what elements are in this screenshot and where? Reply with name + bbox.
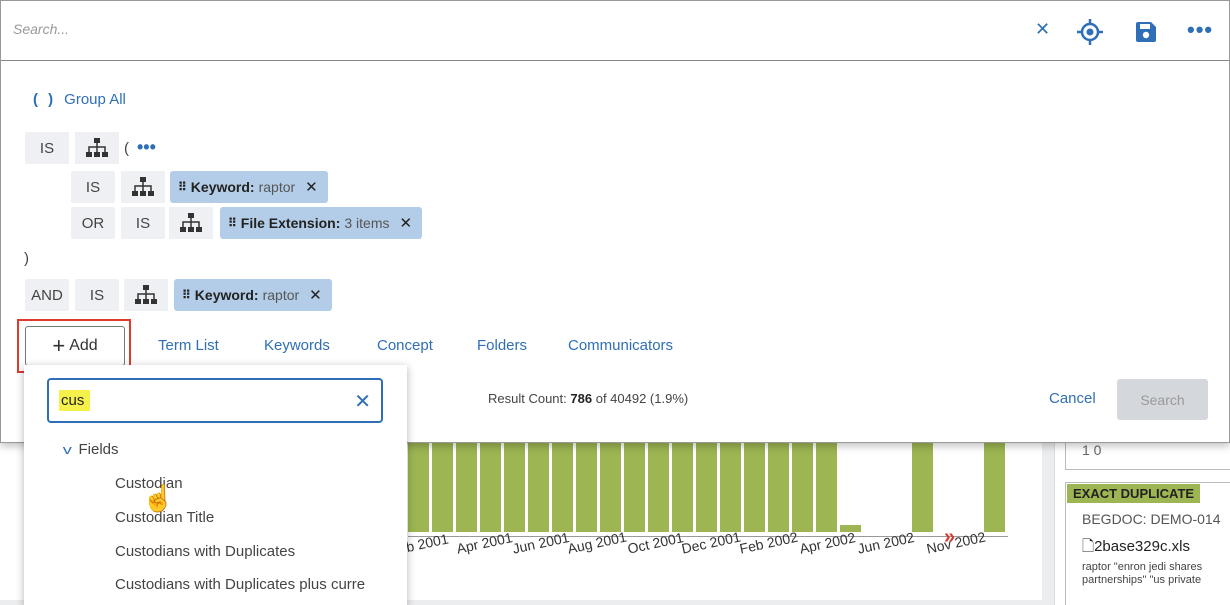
x-tick-label: Dec 2001 <box>680 528 742 557</box>
operator-is[interactable]: IS <box>75 279 119 311</box>
operator-is[interactable]: IS <box>71 171 115 203</box>
result-count: Result Count: 786 of 40492 (1.9%) <box>488 391 689 406</box>
file-extension-filter-pill[interactable]: ⠿ File Extension: 3 items ✕ <box>220 207 423 239</box>
chart-bar[interactable] <box>504 432 525 532</box>
chart-bar[interactable] <box>408 432 429 532</box>
chart-bar[interactable] <box>696 432 717 532</box>
cancel-button[interactable]: Cancel <box>1049 390 1096 407</box>
chart-bar[interactable] <box>624 432 645 532</box>
chart-bar[interactable] <box>672 432 693 532</box>
remove-icon[interactable]: ✕ <box>305 178 318 196</box>
keyword-filter-pill[interactable]: ⠿ Keyword: raptor ✕ <box>174 279 332 311</box>
x-tick-label: Jun 2002 <box>856 529 916 557</box>
chart-bar[interactable] <box>720 432 741 532</box>
more-options-icon[interactable]: ••• <box>1187 19 1213 41</box>
x-tick-label: Feb 2002 <box>738 528 800 557</box>
field-option[interactable]: Custodians with Duplicates plus curre <box>115 576 365 593</box>
tab-concept[interactable]: Concept <box>377 337 433 354</box>
x-tick-label: Oct 2001 <box>626 529 685 557</box>
chart-bar[interactable] <box>600 432 621 532</box>
tab-keywords[interactable]: Keywords <box>264 337 330 354</box>
hierarchy-icon[interactable] <box>75 132 119 164</box>
begdoc-label: BEGDOC: DEMO-014 <box>1082 511 1221 527</box>
conjunction-and[interactable]: AND <box>25 279 69 311</box>
search-input[interactable]: Search... <box>13 21 69 37</box>
chart-bar[interactable] <box>744 432 765 532</box>
x-tick-label: Apr 2002 <box>798 529 857 557</box>
tab-term-list[interactable]: Term List <box>158 337 219 354</box>
remove-icon[interactable]: ✕ <box>400 214 413 232</box>
close-paren: ) <box>24 250 29 267</box>
chart-bar[interactable] <box>432 432 453 532</box>
chart-bar[interactable] <box>552 432 573 532</box>
exact-duplicate-badge: EXACT DUPLICATE <box>1067 484 1201 503</box>
drag-handle-icon[interactable]: ⠿ <box>228 216 237 230</box>
search-button[interactable]: Search <box>1117 379 1208 420</box>
add-button[interactable]: + Add <box>25 326 125 366</box>
chart-bar[interactable] <box>912 432 933 532</box>
field-option[interactable]: Custodians with Duplicates <box>115 543 295 560</box>
doc-card[interactable]: EXACT DUPLICATE BEGDOC: DEMO-014 🗋2base3… <box>1065 482 1230 605</box>
x-tick-label: Aug 2001 <box>566 528 628 557</box>
x-tick-label: Jun 2001 <box>511 529 571 557</box>
chart-bar[interactable] <box>984 432 1005 532</box>
hierarchy-icon[interactable] <box>169 207 213 239</box>
operator-is[interactable]: IS <box>25 132 69 164</box>
keyword-filter-pill[interactable]: ⠿ Keyword: raptor ✕ <box>170 171 328 203</box>
hand-cursor-icon: ☝ <box>142 483 175 513</box>
chart-bar[interactable] <box>528 432 549 532</box>
save-icon[interactable] <box>1135 21 1157 43</box>
drag-handle-icon[interactable]: ⠿ <box>178 180 187 194</box>
fields-group-toggle[interactable]: v Fields <box>62 441 119 458</box>
clear-icon[interactable]: ✕ <box>1035 19 1050 40</box>
group-options-icon[interactable]: ••• <box>137 137 156 158</box>
chart-bar[interactable] <box>456 432 477 532</box>
file-name[interactable]: 🗋2base329c.xls <box>1082 536 1190 561</box>
hierarchy-icon[interactable] <box>124 279 168 311</box>
x-tick-label: Nov 2002 <box>925 528 987 557</box>
group-paren-icon: ( ) <box>33 91 57 108</box>
remove-icon[interactable]: ✕ <box>309 286 322 304</box>
group-all-label: Group All <box>64 91 126 108</box>
document-list-panel: 1 0 EXACT DUPLICATE BEGDOC: DEMO-014 🗋2b… <box>1054 435 1230 605</box>
locate-icon[interactable] <box>1077 19 1103 45</box>
field-search-input[interactable]: cus ✕ <box>47 378 383 423</box>
plus-icon: + <box>52 333 66 358</box>
tab-communicators[interactable]: Communicators <box>568 337 673 354</box>
chart-bar[interactable] <box>792 432 813 532</box>
search-bar: Search... ✕ ••• <box>1 1 1229 61</box>
conjunction-or[interactable]: OR <box>71 207 115 239</box>
file-icon: 🗋 <box>1082 538 1095 555</box>
hierarchy-icon[interactable] <box>121 171 165 203</box>
chart-bar[interactable] <box>768 432 789 532</box>
group-all-button[interactable]: ( ) Group All <box>33 91 126 108</box>
chart-bar[interactable] <box>480 432 501 532</box>
drag-handle-icon[interactable]: ⠿ <box>182 288 191 302</box>
chart-bar[interactable] <box>576 432 597 532</box>
open-paren: ( <box>124 140 129 157</box>
chart-bar[interactable] <box>648 432 669 532</box>
x-tick-label: Apr 2001 <box>455 529 514 557</box>
tab-folders[interactable]: Folders <box>477 337 527 354</box>
field-picker-dropdown: cus ✕ v Fields Custodian Custodian Title … <box>24 365 407 605</box>
chevron-down-icon: v <box>62 442 72 457</box>
operator-is[interactable]: IS <box>121 207 165 239</box>
chart-bar[interactable] <box>816 432 837 532</box>
doc-snippet: raptor "enron jedi shares partnerships" … <box>1082 561 1203 586</box>
clear-icon[interactable]: ✕ <box>354 389 371 414</box>
